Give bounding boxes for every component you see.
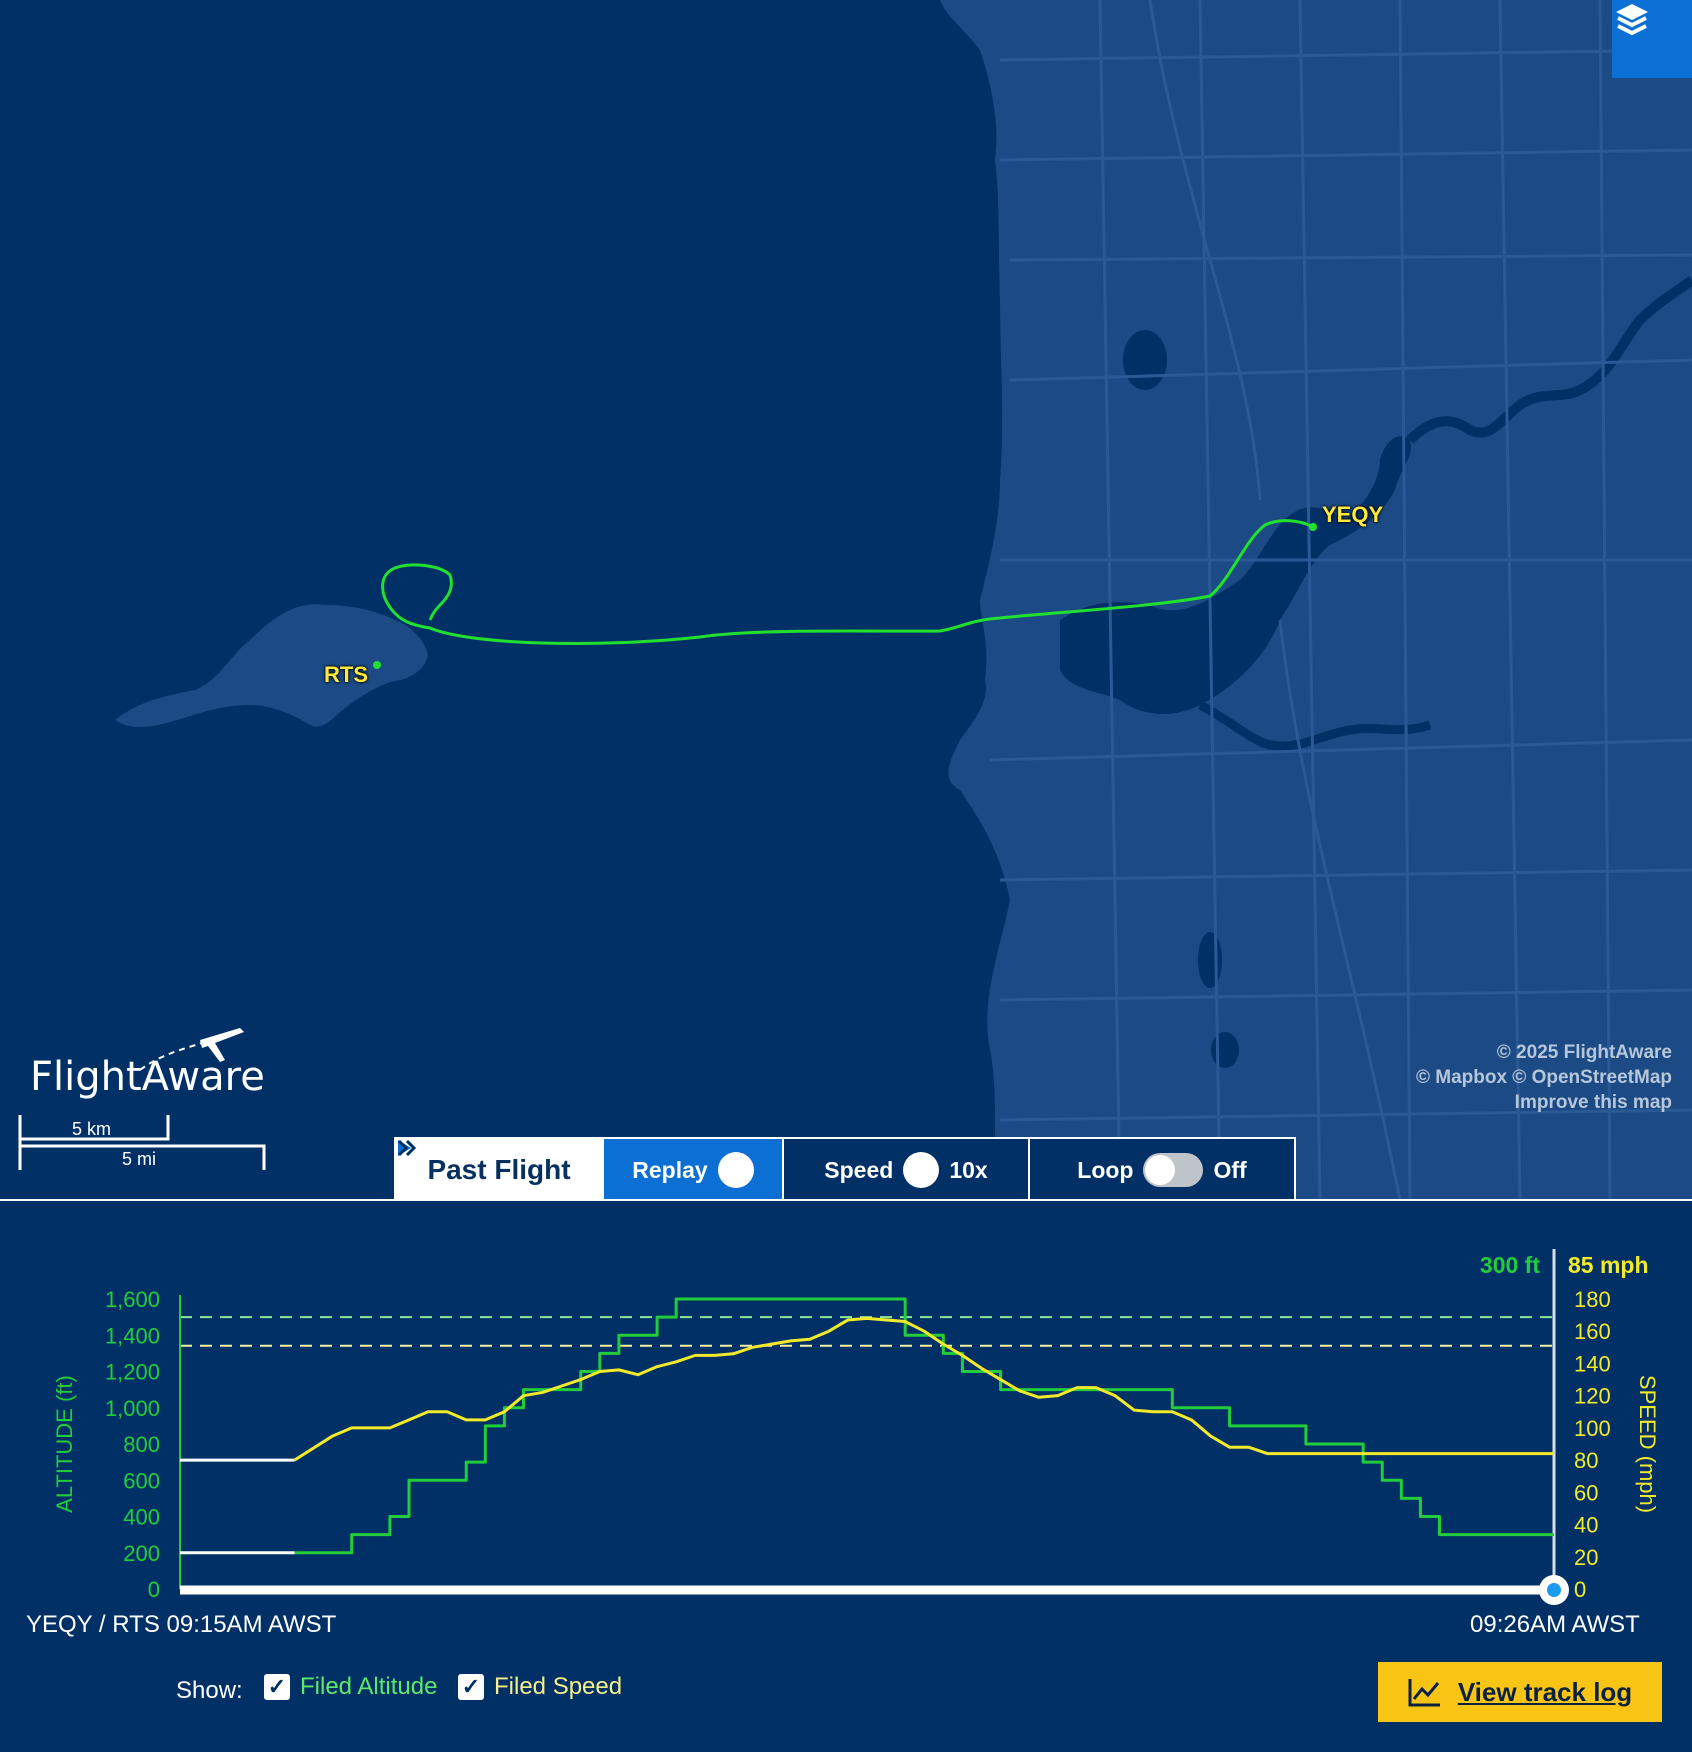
end-time-label: 09:26AM AWST [1470,1611,1640,1638]
filed-altitude-label: Filed Altitude [300,1673,438,1700]
scale-bar: 5 km 5 mi [18,1115,268,1175]
scale-km-label: 5 km [72,1119,112,1139]
scale-mi-label: 5 mi [122,1149,157,1169]
start-time-label: YEQY / RTS 09:15AM AWST [26,1611,337,1638]
loop-state: Off [1213,1156,1247,1183]
speed-tick-label: 120 [1574,1384,1611,1409]
replay-controls: Past Flight Replay Speed 10x Loop Off [394,1137,1296,1200]
map-canvas[interactable] [0,0,1692,1200]
filed-altitude-checkbox[interactable]: ✓ Filed Altitude [264,1673,437,1701]
view-track-log-label: View track log [1457,1676,1633,1707]
past-flight-tab[interactable]: Past Flight [396,1139,604,1200]
replay-label: Replay [632,1156,708,1183]
airport-label-rts[interactable]: RTS [324,662,368,688]
speed-tick-label: 100 [1574,1416,1611,1441]
lake [1198,932,1222,988]
improve-map-link[interactable]: Improve this map [1416,1090,1672,1115]
lake [1123,330,1167,390]
checkmark-icon: ✓ [458,1674,484,1700]
altitude-tick-label: 1,400 [105,1323,160,1348]
speed-button[interactable]: Speed 10x [397,1139,1030,1200]
chart-canvas[interactable]: 0 200 400 600 800 1,000 1,200 1,400 1,600 0 20 40 60… [0,1201,1692,1631]
replay-button[interactable]: Replay [398,1139,784,1200]
past-flight-label: Past Flight [427,1154,571,1185]
rts-marker[interactable] [373,661,381,669]
speed-tick-label: 0 [1574,1577,1586,1602]
altitude-axis-title: ALTITUDE (ft) [52,1375,77,1513]
altitude-series-line [294,1297,1554,1555]
loop-control[interactable]: Loop Off [1030,1139,1294,1200]
altitude-tick-label: 1,000 [105,1396,160,1421]
altitude-tick-label: 1,200 [105,1360,160,1385]
view-track-log-button[interactable]: View track log [1378,1662,1662,1722]
altitude-tick-label: 800 [123,1432,160,1457]
altitude-tick-label: 200 [123,1541,160,1566]
checkmark-icon: ✓ [264,1674,290,1700]
loop-label: Loop [1077,1156,1134,1183]
altitude-tick-label: 1,600 [105,1287,160,1312]
layers-icon [1616,4,1648,36]
lake [1211,1032,1239,1068]
speed-tick-label: 180 [1574,1287,1611,1312]
speed-label: Speed [824,1156,894,1183]
altitude-tick-label: 600 [123,1468,160,1493]
logo-text: FlightAware [30,1054,265,1100]
speed-value: 10x [949,1156,988,1183]
filed-speed-checkbox[interactable]: ✓ Filed Speed [458,1673,622,1701]
speed-tick-label: 80 [1574,1448,1598,1473]
layers-button[interactable] [1612,0,1692,78]
copyright-flightaware: © 2025 FlightAware [1496,1042,1672,1063]
flight-map[interactable]: YEQY RTS FlightAware 5 km 5 mi © 2025 Fl… [0,0,1692,1200]
map-attribution: © 2025 FlightAware © Mapbox © OpenStreet… [1416,1040,1672,1115]
altitude-tick-label: 400 [123,1505,160,1530]
speed-tick-label: 160 [1574,1319,1611,1344]
timeline-slider-handle-dot [1547,1583,1561,1597]
speed-tick-label: 140 [1574,1351,1611,1376]
fast-forward-icon [397,1139,940,1188]
show-label: Show: [176,1677,243,1704]
speed-series-line [293,1316,1554,1462]
speed-tick-label: 20 [1574,1545,1598,1570]
loop-toggle[interactable] [1143,1153,1204,1187]
altitude-speed-chart[interactable]: 0 200 400 600 800 1,000 1,200 1,400 1,600 0 20 40 60… [0,1201,1692,1631]
chart-line-icon [1408,1679,1440,1707]
current-altitude-readout: 300 ft [1480,1252,1540,1278]
flightaware-logo: FlightAware [30,1010,265,1100]
current-speed-readout: 85 mph [1568,1252,1649,1278]
speed-tick-label: 60 [1574,1480,1598,1505]
speed-axis-title: SPEED (mph) [1635,1375,1660,1513]
airport-label-yeqy[interactable]: YEQY [1322,502,1383,528]
speed-tick-label: 40 [1574,1513,1598,1538]
yeqy-marker[interactable] [1309,523,1317,531]
filed-speed-label: Filed Speed [494,1673,623,1700]
copyright-mapbox[interactable]: © Mapbox © OpenStreetMap [1416,1065,1672,1090]
altitude-tick-label: 0 [148,1577,160,1602]
play-icon [398,1140,754,1188]
